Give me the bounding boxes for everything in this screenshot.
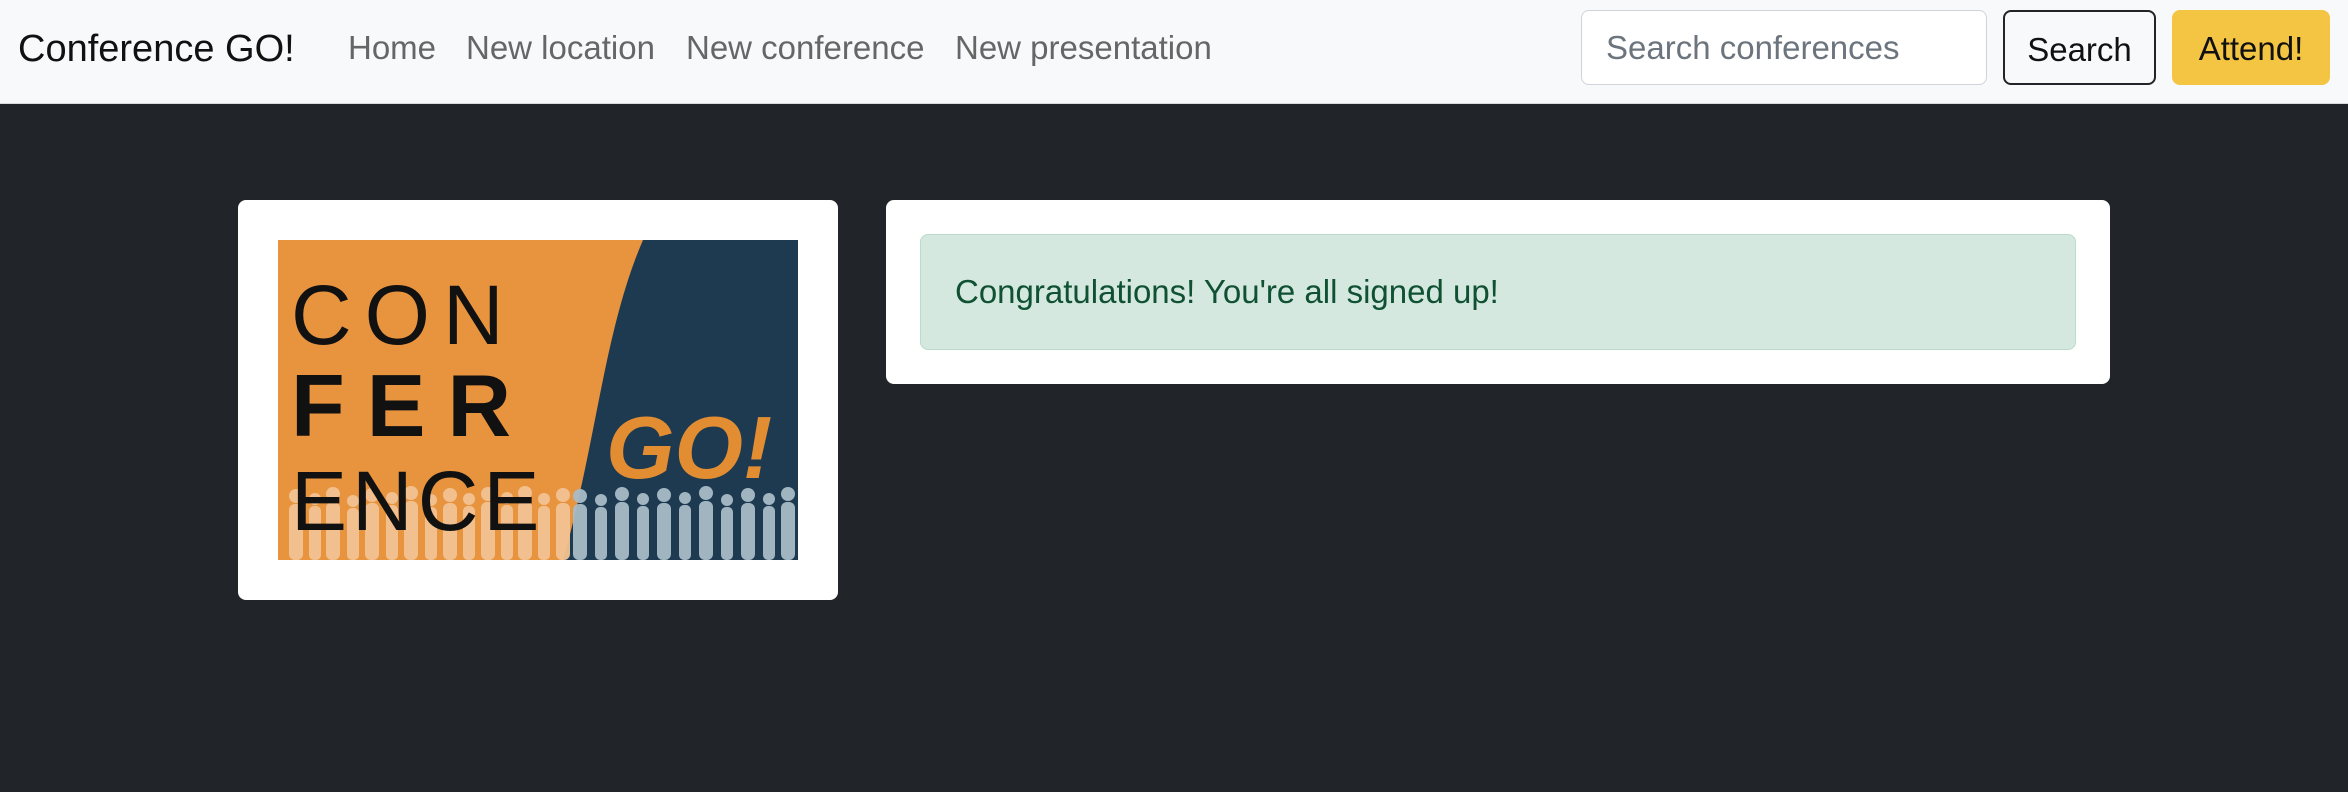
attend-button[interactable]: Attend! (2172, 10, 2330, 85)
nav-link-new-location[interactable]: New location (466, 27, 655, 69)
logo-line-fer: FER (291, 356, 533, 455)
logo-line-ence: ENCE (291, 454, 544, 548)
search-input[interactable] (1581, 10, 1987, 85)
brand-link[interactable]: Conference GO! (18, 25, 295, 73)
success-alert: Congratulations! You're all signed up! (920, 234, 2076, 350)
conference-logo-card: CON FER ENCE GO! (238, 200, 838, 600)
nav-link-new-presentation[interactable]: New presentation (955, 27, 1212, 69)
signup-confirmation-card: Congratulations! You're all signed up! (886, 200, 2110, 384)
top-navbar: Conference GO! Home New location New con… (0, 0, 2348, 104)
search-button[interactable]: Search (2003, 10, 2156, 85)
logo-line-con: CON (291, 268, 517, 362)
logo-go-text: GO! (606, 398, 772, 497)
nav-link-home[interactable]: Home (348, 27, 436, 69)
conference-go-logo: CON FER ENCE GO! (278, 240, 798, 560)
nav-link-new-conference[interactable]: New conference (686, 27, 924, 69)
